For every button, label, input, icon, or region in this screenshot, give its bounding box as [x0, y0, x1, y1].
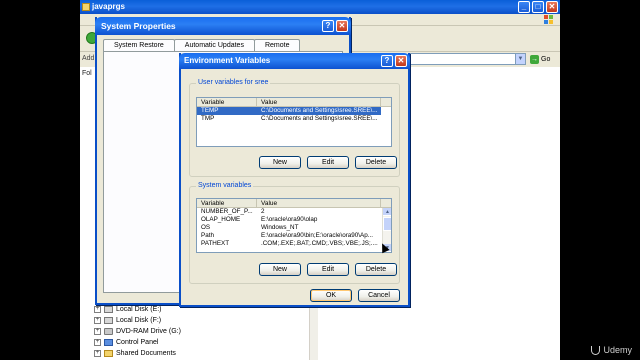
help-icon[interactable]: ? — [322, 20, 334, 32]
user-delete-button[interactable]: Delete — [355, 156, 397, 169]
expand-icon[interactable]: + — [94, 350, 101, 357]
list-item[interactable]: NUMBER_OF_P... 2 — [197, 208, 391, 216]
value-cell: .COM;.EXE;.BAT;.CMD;.VBS;.VBE;.JS;.... — [261, 240, 378, 247]
scroll-up-icon[interactable]: ▲ — [383, 208, 391, 216]
variable-cell: Path — [201, 232, 214, 239]
scrollbar-thumb[interactable] — [383, 217, 391, 231]
expand-icon[interactable]: + — [94, 317, 101, 324]
go-button[interactable]: → Go — [530, 53, 550, 65]
variable-cell: PATHEXT — [201, 240, 230, 247]
variable-cell: NUMBER_OF_P... — [201, 208, 253, 215]
close-icon[interactable]: ✕ — [546, 1, 558, 13]
variable-cell: OS — [201, 224, 211, 231]
list-header: Variable Value — [197, 98, 391, 107]
variable-cell: TEMP — [197, 107, 257, 115]
udemy-logo-icon — [591, 345, 601, 355]
control-panel-icon — [104, 339, 113, 346]
dialog-title: System Properties — [101, 21, 176, 31]
system-variables-label: System variables — [196, 182, 254, 189]
maximize-icon[interactable]: □ — [532, 1, 544, 13]
explorer-title: javaprgs — [92, 2, 125, 11]
folder-tree: + Local Disk (E:) + Local Disk (F:) + DV… — [94, 304, 294, 359]
list-item[interactable]: Path E:\oracle\ora90\bin;E:\oracle\ora90… — [197, 232, 391, 240]
tree-item-label: Local Disk (E:) — [116, 306, 162, 313]
desktop-screen: javaprgs _ □ ✕ Add ▼ → Go Fol + Local Di… — [80, 0, 560, 360]
tree-item-label: Local Disk (F:) — [116, 317, 162, 324]
go-label: Go — [541, 55, 551, 63]
list-item[interactable]: OS Windows_NT — [197, 224, 391, 232]
tree-item-dvd-drive[interactable]: + DVD-RAM Drive (G:) — [94, 326, 294, 337]
udemy-watermark: Udemy — [591, 345, 632, 355]
tree-item-label: Shared Documents — [116, 350, 176, 357]
tree-item-label: Control Panel — [116, 339, 159, 346]
tab-strip: System Restore Automatic Updates Remote — [103, 39, 301, 51]
tree-item-control-panel[interactable]: + Control Panel — [94, 337, 294, 348]
address-label: Add — [82, 55, 95, 62]
cdrom-icon — [104, 328, 113, 335]
value-cell: E:\oracle\ora90\olap — [261, 216, 318, 223]
column-header-variable[interactable]: Variable — [197, 199, 257, 207]
expand-icon[interactable]: + — [94, 306, 101, 313]
watermark-text: Udemy — [603, 345, 632, 355]
system-properties-title-bar: System Properties ? ✕ — [95, 17, 351, 35]
chevron-down-icon[interactable]: ▼ — [515, 54, 525, 64]
close-icon[interactable]: ✕ — [395, 55, 407, 67]
system-delete-button[interactable]: Delete — [355, 263, 397, 276]
user-variables-list[interactable]: Variable Value TEMP C:\Documents and Set… — [196, 97, 392, 147]
close-icon[interactable]: ✕ — [336, 20, 348, 32]
user-edit-button[interactable]: Edit — [307, 156, 349, 169]
explorer-window-controls: _ □ ✕ — [518, 1, 558, 13]
list-header: Variable Value — [197, 199, 391, 208]
drive-icon — [104, 317, 113, 324]
expand-icon[interactable]: + — [94, 328, 101, 335]
list-item[interactable]: TEMP C:\Documents and Settings\sree.SREE… — [197, 107, 391, 115]
value-cell: 2 — [261, 208, 265, 215]
value-cell: C:\Documents and Settings\sree.SREE\... — [257, 107, 381, 115]
column-header-value[interactable]: Value — [257, 199, 381, 207]
value-cell: E:\oracle\ora90\bin;E:\oracle\ora90\Ap..… — [261, 232, 374, 239]
user-variables-group: User variables for sree Variable Value T… — [189, 79, 401, 177]
system-variables-list[interactable]: Variable Value NUMBER_OF_P... 2 OLAP_HOM… — [196, 198, 392, 253]
value-cell: C:\Documents and Settings\sree.SREE\... — [261, 115, 378, 122]
column-header-variable[interactable]: Variable — [197, 98, 257, 106]
go-arrow-icon: → — [530, 54, 539, 64]
tab-remote[interactable]: Remote — [253, 39, 301, 51]
value-cell: Windows_NT — [261, 224, 299, 231]
list-item[interactable]: TMP C:\Documents and Settings\sree.SREE\… — [197, 115, 391, 123]
expand-icon[interactable]: + — [94, 339, 101, 346]
list-item[interactable]: PATHEXT .COM;.EXE;.BAT;.CMD;.VBS;.VBE;.J… — [197, 240, 391, 248]
user-variables-buttons: New Edit Delete — [190, 156, 401, 169]
drive-icon — [104, 306, 113, 313]
variable-cell: OLAP_HOME — [201, 216, 241, 223]
dialog-footer: OK Cancel — [181, 289, 408, 302]
system-edit-button[interactable]: Edit — [307, 263, 349, 276]
folders-label: Fol — [82, 70, 92, 77]
user-new-button[interactable]: New — [259, 156, 301, 169]
windows-logo-icon — [544, 15, 554, 25]
variable-cell: TMP — [201, 115, 215, 122]
minimize-icon[interactable]: _ — [518, 1, 530, 13]
environment-variables-dialog: Environment Variables ? ✕ User variables… — [179, 53, 410, 307]
user-variables-label: User variables for sree — [196, 79, 271, 86]
list-item[interactable]: OLAP_HOME E:\oracle\ora90\olap — [197, 216, 391, 224]
column-header-value[interactable]: Value — [257, 98, 381, 106]
system-new-button[interactable]: New — [259, 263, 301, 276]
help-icon[interactable]: ? — [381, 55, 393, 67]
system-variables-group: System variables Variable Value NUMBER_O… — [189, 182, 401, 284]
tree-item-label: DVD-RAM Drive (G:) — [116, 328, 181, 335]
tree-item-shared-documents[interactable]: + Shared Documents — [94, 348, 294, 359]
explorer-title-bar: javaprgs — [80, 0, 560, 14]
cancel-button[interactable]: Cancel — [358, 289, 400, 302]
tab-automatic-updates[interactable]: Automatic Updates — [173, 39, 255, 51]
folder-icon — [104, 350, 113, 357]
ok-button[interactable]: OK — [310, 289, 352, 302]
system-variables-buttons: New Edit Delete — [190, 263, 401, 276]
environment-variables-title-bar: Environment Variables ? ✕ — [179, 53, 410, 69]
tree-item-local-disk-f[interactable]: + Local Disk (F:) — [94, 315, 294, 326]
tab-system-restore[interactable]: System Restore — [103, 39, 175, 51]
folder-icon — [82, 3, 90, 11]
dialog-title: Environment Variables — [184, 56, 271, 65]
